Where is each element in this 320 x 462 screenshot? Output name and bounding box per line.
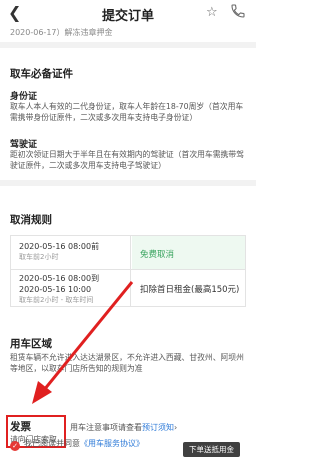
notice-text: 用车注意事项请查看 [70,423,142,432]
agreement-text: 我已阅读并同意 [24,439,80,448]
booking-notice-link[interactable]: 预订须知 [142,423,174,432]
service-agreement-link[interactable]: 《用车服务协议》 [80,439,144,448]
check-circle-icon[interactable]: ✓ [10,441,20,451]
chevron-right-icon: › [174,423,178,432]
notice-row: 用车注意事项请查看预订须知› [70,422,177,433]
agreement-row: ✓ 我已阅读并同意《用车服务协议》 [10,438,144,451]
annotation-arrow [32,281,134,404]
tooltip: 下单送抵用金 [183,442,240,457]
